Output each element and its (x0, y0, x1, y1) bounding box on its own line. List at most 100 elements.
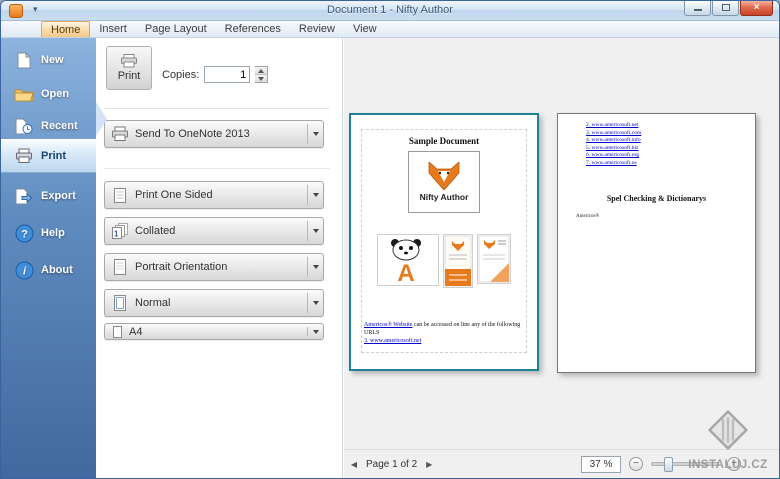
close-icon: × (754, 2, 760, 13)
printer-icon (105, 126, 135, 142)
tab-page-layout[interactable]: Page Layout (136, 21, 216, 37)
zoom-out-button[interactable]: − (629, 457, 643, 471)
zoom-slider[interactable] (651, 462, 719, 466)
maximize-icon (722, 4, 730, 11)
chevron-down-icon[interactable] (308, 121, 323, 147)
page-indicator: Page 1 of 2 (366, 459, 417, 470)
new-document-icon (14, 50, 34, 70)
tab-home[interactable]: Home (41, 21, 90, 37)
link-list: 2. www.americosoft.net 3. www.americosof… (586, 122, 641, 167)
statusbar: ◀ Page 1 of 2 ▶ 37 % − + (344, 449, 779, 478)
svg-text:A: A (397, 260, 414, 285)
nifty-author-logo: Nifty Author (408, 151, 480, 213)
recent-documents-icon (14, 116, 34, 136)
sidebar-item-label: Print (41, 150, 66, 162)
orientation-value: Portrait Orientation (135, 261, 307, 273)
zoom-value[interactable]: 37 % (581, 456, 621, 473)
link-item: 3. www.americosoft.com (586, 130, 641, 138)
sidebar-item-label: Recent (41, 120, 78, 132)
backstage-sidebar: New Open Recent Print Export (1, 38, 96, 478)
open-folder-icon (14, 84, 34, 104)
copies-increment-button[interactable] (255, 67, 267, 74)
chevron-down-icon[interactable] (308, 182, 323, 208)
body-link-2: 3. www.americosoft.net (364, 338, 421, 344)
tab-review[interactable]: Review (290, 21, 344, 37)
ribbon-tab-row: Home Insert Page Layout References Revie… (1, 21, 779, 38)
print-button[interactable]: Print (106, 46, 152, 90)
sidebar-item-new[interactable]: New (1, 45, 96, 75)
sidebar-item-print[interactable]: Print (1, 141, 96, 171)
sidebar-item-label: New (41, 54, 64, 66)
collation-dropdown[interactable]: 1 Collated (104, 217, 324, 245)
chevron-down-icon[interactable] (308, 218, 323, 244)
chevron-down-icon (258, 77, 264, 81)
link-item: 5. www.americosoft.biz (586, 145, 641, 153)
copies-decrement-button[interactable] (255, 74, 267, 82)
page-navigation: ◀ Page 1 of 2 ▶ (348, 459, 435, 470)
chevron-down-icon[interactable] (308, 254, 323, 280)
sidebar-item-open[interactable]: Open (1, 79, 96, 109)
margins-icon (105, 295, 135, 311)
sidebar-item-help[interactable]: ? Help (1, 218, 96, 248)
sidebar-item-label: Help (41, 227, 65, 239)
page2-note: Americos® (576, 214, 599, 219)
print-button-icon (120, 54, 138, 68)
link-item: 2. www.americosoft.net (586, 122, 641, 130)
section-heading: Spel Checking & Dictionarys (558, 194, 755, 203)
logo-caption: Nifty Author (420, 192, 469, 202)
print-sides-dropdown[interactable]: Print One Sided (104, 181, 324, 209)
print-sides-value: Print One Sided (135, 189, 307, 201)
margins-value: Normal (135, 297, 307, 309)
sidebar-item-recent[interactable]: Recent (1, 111, 96, 141)
paper-size-value: A4 (129, 326, 307, 338)
svg-text:1: 1 (114, 229, 119, 238)
next-page-button[interactable]: ▶ (423, 460, 435, 469)
about-icon: i (14, 260, 34, 280)
one-sided-page-icon (105, 188, 135, 203)
titlebar: ▾ Document 1 - Nifty Author × (1, 1, 779, 21)
margins-dropdown[interactable]: Normal (104, 289, 324, 317)
copies-stepper (255, 66, 268, 83)
print-icon (14, 146, 34, 166)
sidebar-item-export[interactable]: Export (1, 181, 96, 211)
help-icon: ? (14, 223, 34, 243)
product-box-image-1 (443, 234, 473, 288)
tab-references[interactable]: References (216, 21, 290, 37)
copies-input[interactable] (204, 66, 250, 83)
printer-name: Send To OneNote 2013 (135, 128, 307, 140)
zoom-slider-thumb[interactable] (664, 457, 673, 472)
divider (104, 108, 330, 109)
preview-page-1: Sample Document Nifty Author A (349, 113, 539, 371)
orientation-dropdown[interactable]: Portrait Orientation (104, 253, 324, 281)
sidebar-item-about[interactable]: i About (1, 255, 96, 285)
window-title: Document 1 - Nifty Author (1, 4, 779, 16)
body-link: Americos® Website (364, 322, 412, 328)
tab-insert[interactable]: Insert (90, 21, 136, 37)
minimize-button[interactable] (684, 1, 711, 16)
print-button-label: Print (118, 70, 141, 82)
zoom-in-button[interactable]: + (727, 457, 741, 471)
zoom-controls: 37 % − + (581, 456, 741, 473)
chevron-down-icon[interactable] (308, 290, 323, 316)
link-item: 4. www.americosoft.info (586, 137, 641, 145)
portrait-page-icon (105, 259, 135, 275)
close-button[interactable]: × (740, 1, 773, 16)
previous-page-button[interactable]: ◀ (348, 460, 360, 469)
paper-size-icon (105, 326, 129, 338)
minimize-icon (694, 9, 702, 11)
paper-size-dropdown[interactable]: A4 (104, 323, 324, 340)
selected-item-arrow (96, 102, 107, 136)
copies-row: Copies: (162, 66, 268, 83)
chevron-up-icon (258, 69, 264, 73)
export-icon (14, 186, 34, 206)
print-settings-panel: Print Copies: Send To OneNote 2013 Pri (96, 38, 343, 478)
print-preview-area: Sample Document Nifty Author A (344, 38, 779, 449)
maximize-button[interactable] (712, 1, 739, 16)
printer-dropdown[interactable]: Send To OneNote 2013 (104, 120, 324, 148)
chevron-down-icon[interactable] (308, 324, 323, 339)
window-controls: × (683, 1, 773, 16)
image-row: A (351, 234, 537, 288)
link-item: 7. www.americosoft.us (586, 160, 641, 168)
collation-value: Collated (135, 225, 307, 237)
tab-view[interactable]: View (344, 21, 386, 37)
